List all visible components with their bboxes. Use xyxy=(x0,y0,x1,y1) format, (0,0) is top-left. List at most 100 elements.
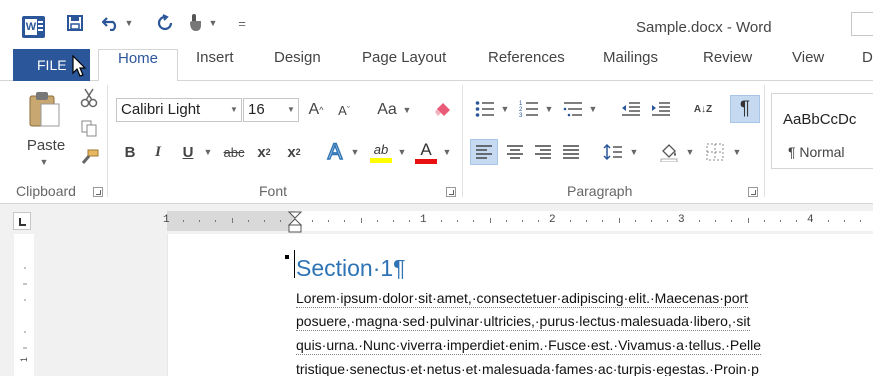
shrink-font-button[interactable]: Aˇ xyxy=(333,99,355,121)
body-text-line[interactable]: posuere,·magna·sed·pulvinar·ultricies,·p… xyxy=(296,313,751,331)
text-effects-button[interactable]: A xyxy=(322,138,348,165)
ruler-tick xyxy=(667,220,668,222)
line-spacing-icon[interactable] xyxy=(600,139,626,165)
highlight-button[interactable]: ab xyxy=(368,139,394,165)
indent-marker-icon[interactable] xyxy=(288,211,302,233)
touch-mode-icon[interactable] xyxy=(184,10,206,36)
tab-page-layout[interactable]: Page Layout xyxy=(362,49,446,81)
shrink-font-glyph: A xyxy=(338,102,347,118)
copy-icon[interactable] xyxy=(78,117,100,139)
underline-button[interactable]: U xyxy=(178,141,198,163)
tab-view[interactable]: View xyxy=(792,49,824,81)
page-edge xyxy=(167,234,168,376)
ruler-tick xyxy=(183,220,184,222)
save-icon[interactable] xyxy=(64,10,86,36)
change-case-button[interactable]: Aa xyxy=(370,99,404,121)
font-size-value: 16 xyxy=(248,101,265,118)
undo-dropdown-icon[interactable]: ▼ xyxy=(124,10,134,36)
tab-home[interactable]: Home xyxy=(98,49,178,82)
tab-developer[interactable]: D xyxy=(862,49,873,81)
customize-quick-access-icon[interactable]: = xyxy=(234,10,250,36)
paragraph-mark: ¶ xyxy=(393,255,406,281)
tab-mailings[interactable]: Mailings xyxy=(603,49,658,81)
ruler-tick xyxy=(586,220,587,222)
ruler-tick xyxy=(731,220,732,222)
ruler-tick xyxy=(828,220,829,222)
paste-icon[interactable] xyxy=(25,89,65,129)
highlight-glyph: ab xyxy=(373,141,389,157)
tab-selector-button[interactable] xyxy=(13,212,31,230)
strikethrough-button[interactable]: abc xyxy=(219,141,249,163)
help-button[interactable] xyxy=(851,12,873,36)
subscript-button[interactable]: x2 xyxy=(253,141,275,163)
decrease-indent-icon[interactable] xyxy=(618,97,644,121)
font-color-glyph: A xyxy=(420,139,432,159)
grow-font-button[interactable]: A ^ xyxy=(305,99,327,121)
redo-icon[interactable] xyxy=(154,10,176,36)
font-color-swatch xyxy=(415,158,437,164)
word-app-icon[interactable]: W xyxy=(22,16,45,38)
multilevel-dropdown-icon[interactable]: ▼ xyxy=(588,104,598,114)
superscript-mark: 2 xyxy=(295,147,301,157)
superscript-glyph: x xyxy=(287,143,296,161)
justify-icon[interactable] xyxy=(558,139,584,165)
tab-review[interactable]: Review xyxy=(703,49,752,81)
change-case-dropdown-icon[interactable]: ▼ xyxy=(402,105,412,115)
align-right-icon[interactable] xyxy=(530,139,556,165)
numbering-dropdown-icon[interactable]: ▼ xyxy=(544,104,554,114)
document-page[interactable]: Section·1¶ Lorem·ipsum·dolor·sit·amet,·c… xyxy=(167,234,873,376)
clipboard-dialog-launcher[interactable] xyxy=(93,187,103,197)
horizontal-ruler[interactable]: 1 1 2 3 4 xyxy=(163,211,873,233)
font-color-dropdown-icon[interactable]: ▼ xyxy=(442,147,452,157)
touch-dropdown-icon[interactable]: ▼ xyxy=(208,10,218,36)
undo-icon[interactable] xyxy=(100,10,122,36)
paragraph-dialog-launcher[interactable] xyxy=(748,187,758,197)
clear-formatting-icon[interactable] xyxy=(432,99,454,121)
tab-references[interactable]: References xyxy=(488,49,565,81)
ruler-tick xyxy=(860,220,861,222)
body-text-line[interactable]: tristique·senectus·et·netus·et·malesuada… xyxy=(296,361,759,376)
underline-dropdown-icon[interactable]: ▼ xyxy=(203,147,213,157)
document-area: 1 Section·1¶ Lorem·ipsum·dolor·sit·amet,… xyxy=(0,234,873,376)
format-painter-icon[interactable] xyxy=(78,147,100,169)
bullets-dropdown-icon[interactable]: ▼ xyxy=(500,104,510,114)
styles-gallery[interactable]: AaBbCcDc ¶ Normal xyxy=(771,93,873,169)
sort-glyph: A↓Z xyxy=(693,103,713,115)
highlight-dropdown-icon[interactable]: ▼ xyxy=(397,147,407,157)
numbering-icon[interactable]: 123 xyxy=(516,97,542,121)
body-text-line[interactable]: quis·urna.·Nunc·viverra·imperdiet·enim.·… xyxy=(296,337,761,355)
scissors-icon[interactable] xyxy=(78,87,100,109)
borders-dropdown-icon[interactable]: ▼ xyxy=(732,147,742,157)
font-name-combo[interactable]: Calibri Light ▼ xyxy=(116,98,242,122)
chevron-down-icon[interactable]: ▼ xyxy=(284,99,298,121)
paste-dropdown-icon[interactable]: ▼ xyxy=(38,157,50,167)
paste-button[interactable]: Paste xyxy=(24,136,68,154)
borders-icon[interactable] xyxy=(702,139,728,165)
italic-button[interactable]: I xyxy=(148,141,168,163)
document-heading[interactable]: Section·1¶ xyxy=(296,255,406,282)
multilevel-list-icon[interactable] xyxy=(560,97,586,121)
tab-design[interactable]: Design xyxy=(274,49,321,81)
style-normal-label: ¶ Normal xyxy=(788,144,845,160)
increase-indent-icon[interactable] xyxy=(648,97,674,121)
shading-icon[interactable] xyxy=(656,139,682,165)
line-spacing-dropdown-icon[interactable]: ▼ xyxy=(629,147,639,157)
highlight-color-swatch xyxy=(370,157,392,163)
superscript-button[interactable]: x2 xyxy=(283,141,305,163)
bold-button[interactable]: B xyxy=(120,141,140,163)
align-center-icon[interactable] xyxy=(502,139,528,165)
shading-dropdown-icon[interactable]: ▼ xyxy=(685,147,695,157)
tab-insert[interactable]: Insert xyxy=(196,49,234,81)
show-hide-marks-button[interactable]: ¶ xyxy=(730,95,760,123)
bullets-icon[interactable] xyxy=(472,97,498,121)
chevron-down-icon[interactable]: ▼ xyxy=(227,99,241,121)
text-effects-dropdown-icon[interactable]: ▼ xyxy=(350,147,360,157)
sort-button[interactable]: A↓Z xyxy=(690,97,716,121)
vertical-ruler[interactable]: 1 xyxy=(14,234,34,376)
ruler-row: 1 1 2 3 4 xyxy=(0,204,873,234)
font-color-button[interactable]: A xyxy=(413,139,439,165)
font-dialog-launcher[interactable] xyxy=(446,187,456,197)
font-size-combo[interactable]: 16 ▼ xyxy=(243,98,299,122)
align-left-icon[interactable] xyxy=(470,139,498,165)
body-text-line[interactable]: Lorem·ipsum·dolor·sit·amet,·consectetuer… xyxy=(296,290,749,308)
